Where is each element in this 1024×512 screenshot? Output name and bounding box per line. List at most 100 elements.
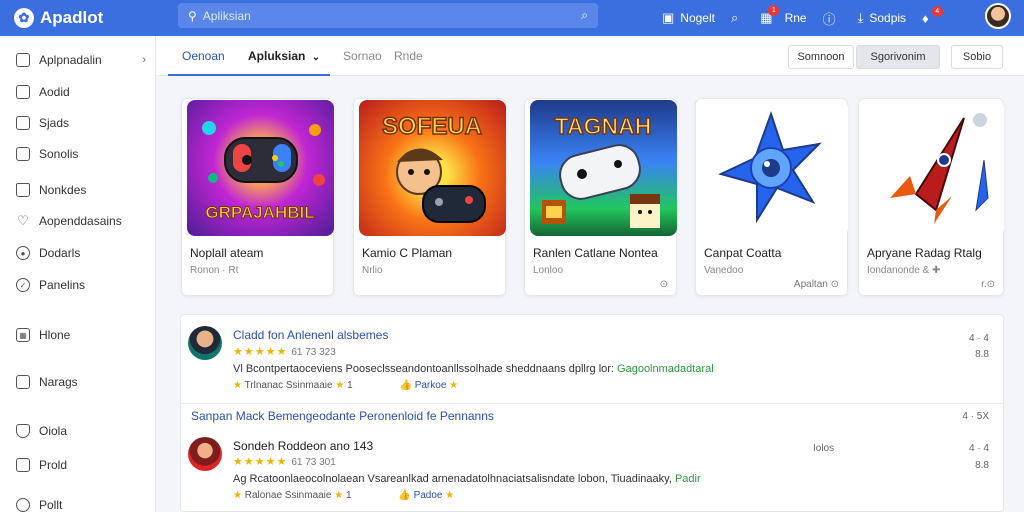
logo-icon: ✿	[14, 8, 34, 28]
review-action-link[interactable]: Padoe	[414, 490, 443, 501]
rating-stars: ★★★★★ 61 73 301	[233, 456, 336, 468]
sidebar-item-aplpnadalin[interactable]: Aplpnadalin ›	[16, 53, 148, 67]
sidebar: Aplpnadalin › Aodid Sjads Sonolis Nonkde…	[0, 36, 156, 512]
user-avatar[interactable]	[985, 3, 1011, 29]
somnoon-button[interactable]: Somnoon	[788, 45, 854, 69]
app-subtitle: Lonloo	[533, 265, 564, 276]
notifications-button[interactable]: ♦ 4	[922, 5, 943, 26]
top-actions: ▣ Nogelt ⌕ ▦ 1 Rne ⓘ ⤓ Sodpis ♦ 4	[662, 0, 951, 36]
app-title: Ranlen Catlane Nontea	[533, 246, 658, 260]
review-highlight[interactable]: Gagoolnmadadtaral	[617, 363, 714, 375]
app-info-icon[interactable]: ⊙	[660, 279, 668, 290]
house-icon	[16, 183, 30, 197]
tablet-icon	[16, 116, 30, 130]
review-text: Vl Bcontpertaoceviens Pooseclsseandontoa…	[233, 363, 714, 375]
sidebar-item-nonkdes[interactable]: Nonkdes	[16, 183, 148, 197]
sidebar-item-narags[interactable]: Narags	[16, 375, 148, 389]
app-subtitle: Iondanonde & ✚	[867, 265, 941, 276]
reviewer-name[interactable]: Cladd fon Anlenenl alsbemes	[233, 328, 388, 342]
app-publisher[interactable]: Apaltan ⊙	[794, 279, 839, 290]
character-illustration: SOFEUA	[381, 112, 486, 223]
app-card[interactable]: SOFEUA Kamio C Plaman Nrlio	[353, 98, 506, 296]
review-side-top: 4 · 4	[968, 333, 989, 344]
rocket-illustration	[890, 113, 989, 224]
chevron-down-icon: ⌄	[311, 52, 321, 63]
notification-badge: 4	[931, 5, 943, 17]
app-logo[interactable]: ✿ Apadlot	[14, 8, 103, 28]
lock-icon	[16, 458, 30, 472]
app-subtitle: Vanedoo	[704, 265, 744, 276]
app-card[interactable]: Apryane Radag Rtalg Iondanonde & ✚ r.⊙	[858, 98, 1004, 296]
app-info-icon[interactable]: r.⊙	[981, 279, 995, 290]
app-title: Noplall ateam	[190, 246, 264, 260]
sidebar-item-panelins[interactable]: ✓ Panelins	[16, 278, 148, 292]
review-highlight[interactable]: Padir	[675, 473, 701, 485]
app-card[interactable]: GRPAJAHBIL Noplall ateam Ronon · Rt	[181, 98, 334, 296]
store-badge: 1	[768, 5, 780, 16]
app-card[interactable]: Canpat Coatta Vanedoo Apaltan ⊙	[695, 98, 848, 296]
app-card[interactable]: TAGNAH Ranlen Catlane Nontea Lonloo ⊙	[524, 98, 677, 296]
rating-stars: ★★★★★ 61 73 323	[233, 346, 336, 358]
app-title: Apadlot	[40, 8, 104, 27]
tab-oenoan[interactable]: Oenoan	[182, 49, 225, 63]
browser-icon: ▣	[662, 10, 675, 25]
bag-icon	[16, 375, 30, 389]
app-subtitle: Ronon · Rt	[190, 265, 239, 276]
like-icon[interactable]: 👍	[398, 490, 410, 501]
sidebar-item-dodarls[interactable]: ● Dodarls	[16, 246, 148, 260]
shield-icon	[16, 424, 30, 438]
reviewer-avatar[interactable]	[188, 326, 222, 360]
user-icon	[16, 498, 30, 512]
app-title: Canpat Coatta	[704, 246, 782, 260]
download-button[interactable]: ⤓ Sodpis	[858, 10, 906, 26]
star-illustration	[718, 110, 822, 224]
app-subtitle: Nrlio	[362, 265, 383, 276]
search-submit-icon[interactable]: ⌕	[581, 8, 588, 23]
star-icon: ★	[335, 380, 345, 391]
app-thumbnail	[701, 100, 848, 236]
tab-sornao[interactable]: Sornao	[343, 49, 382, 63]
search-bar[interactable]: ⚲ ⌕	[178, 3, 598, 28]
sidebar-item-aopenddasains[interactable]: ♡ Aopenddasains	[16, 213, 148, 228]
sidebar-item-pollt[interactable]: Pollt	[16, 498, 148, 512]
app-thumbnail	[864, 100, 1004, 236]
reviews-panel: Cladd fon Anlenenl alsbemes ★★★★★ 61 73 3…	[180, 314, 1004, 512]
tab-apluksian[interactable]: Apluksian ⌄	[248, 49, 320, 63]
check-circle-icon: ✓	[16, 278, 30, 292]
section-title[interactable]: Sanpan Mack Bemengeodante Peronenloid fe…	[191, 409, 494, 423]
star-icon: ★	[445, 490, 455, 501]
reviewer-avatar[interactable]	[188, 437, 222, 471]
grid-icon: ▦	[16, 328, 30, 342]
tab-rnde[interactable]: Rnde	[394, 49, 423, 63]
sidebar-item-hlone[interactable]: ▦ Hlone	[16, 328, 148, 342]
thumbnail-text: SOFEUA	[382, 113, 482, 140]
android-icon	[16, 85, 30, 99]
review-side-bottom: 8.8	[975, 460, 989, 471]
app-title: Apryane Radag Rtalg	[867, 246, 982, 260]
bell-icon: ♦	[922, 10, 929, 26]
search-input[interactable]	[202, 8, 582, 23]
chevron-right-icon: ›	[142, 54, 146, 66]
review-side-bottom: 8.8	[975, 349, 989, 360]
sidebar-item-prold[interactable]: Prold	[16, 458, 148, 472]
store-button[interactable]: ▦ 1 Rne	[760, 5, 807, 26]
info-button[interactable]: ⓘ	[823, 9, 842, 28]
sgorivonim-button[interactable]: Sgorivonim	[856, 45, 940, 69]
info-icon: ⓘ	[822, 11, 836, 27]
reviewer-name[interactable]: Sondeh Roddeon ano 143	[233, 439, 373, 453]
like-icon[interactable]: 👍	[399, 380, 411, 391]
sidebar-item-oiola[interactable]: Oiola	[16, 424, 148, 438]
browser-button[interactable]: ▣ Nogelt	[662, 10, 715, 26]
top-bar: ✿ Apadlot ⚲ ⌕ ▣ Nogelt ⌕ ▦ 1 Rne ⓘ ⤓ Sod…	[0, 0, 1024, 36]
app-title: Kamio C Plaman	[362, 246, 453, 260]
sidebar-item-aodid[interactable]: Aodid	[16, 85, 148, 99]
review-action-link[interactable]: Parkoe	[415, 380, 447, 391]
app-thumbnail: GRPAJAHBIL	[187, 100, 334, 236]
search-icon: ⌕	[730, 10, 739, 25]
sidebar-item-sjads[interactable]: Sjads	[16, 116, 148, 130]
sidebar-item-sonolis[interactable]: Sonolis	[16, 147, 148, 161]
search-action-button[interactable]: ⌕	[731, 10, 744, 26]
star-icon: ★	[233, 490, 242, 501]
sobio-button[interactable]: Sobio	[951, 45, 1003, 69]
star-icon: ★	[233, 380, 242, 391]
